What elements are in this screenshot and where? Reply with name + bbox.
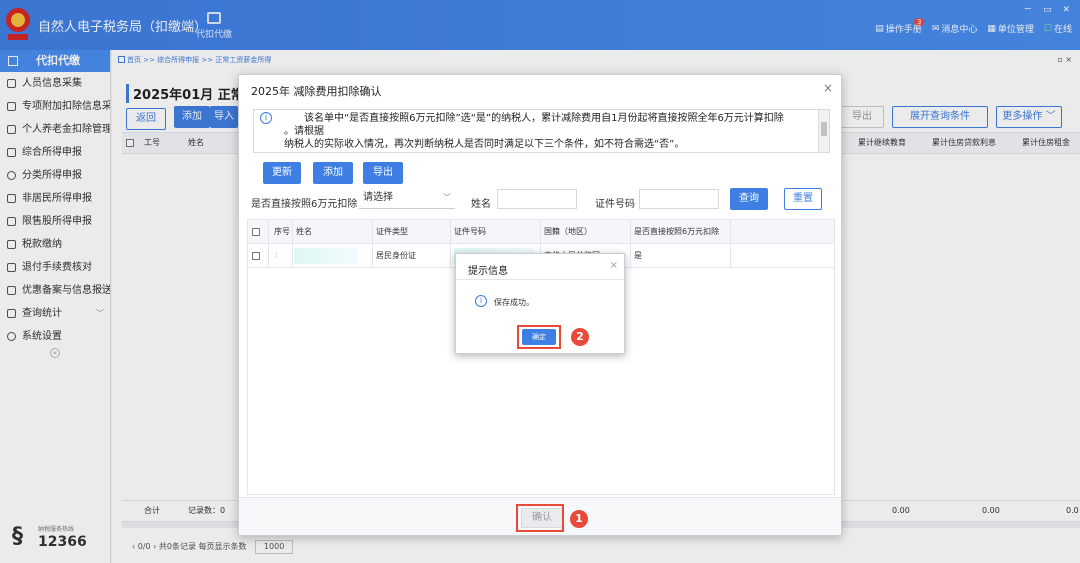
- step-2-marker: 2: [571, 328, 589, 346]
- refresh-button[interactable]: 更新: [263, 162, 301, 184]
- name-filter-input[interactable]: [497, 189, 577, 209]
- deduct-filter-select[interactable]: 请选择 ﹀: [359, 189, 455, 209]
- info-icon: i: [260, 112, 272, 124]
- name-filter-label: 姓名: [471, 199, 491, 210]
- table-header: 序号 姓名 证件类型 证件号码 国籍（地区） 是否直接按照6万元扣除: [248, 220, 834, 244]
- notice-box: i 该名单中“是否直接按照6万元扣除”选“是”的纳税人，累计减除费用自1月份起将…: [253, 109, 830, 153]
- query-button[interactable]: 查询: [730, 188, 768, 210]
- prompt-close-icon[interactable]: ×: [610, 260, 618, 271]
- prompt-message: 保存成功。: [494, 298, 534, 307]
- id-filter-input[interactable]: [639, 189, 719, 209]
- reset-button[interactable]: 重置: [784, 188, 822, 210]
- deduct-filter-label: 是否直接按照6万元扣除: [251, 199, 358, 210]
- id-filter-label: 证件号码: [595, 199, 635, 210]
- notice-scrollbar[interactable]: [818, 110, 829, 152]
- highlight-ok-box: [517, 325, 561, 349]
- dialog-close-icon[interactable]: ×: [823, 81, 833, 95]
- dialog-title: 2025年 减除费用扣除确认: [251, 85, 382, 98]
- row-checkbox[interactable]: [252, 252, 260, 260]
- table-select-all-checkbox[interactable]: [252, 228, 260, 236]
- prompt-divider: [456, 279, 624, 280]
- highlight-confirm-box: [516, 504, 564, 532]
- info-icon: i: [475, 295, 487, 307]
- dialog-add-button[interactable]: 添加: [313, 162, 353, 184]
- name-cell: [294, 248, 358, 264]
- prompt-title: 提示信息: [468, 266, 508, 277]
- step-1-marker: 1: [570, 510, 588, 528]
- dialog-footer: 确认 1: [239, 497, 841, 535]
- save-success-prompt: 提示信息 × i 保存成功。 确定 2: [455, 253, 625, 354]
- dialog-export-button[interactable]: 导出: [363, 162, 403, 184]
- scroll-thumb[interactable]: [821, 122, 827, 136]
- chevron-down-icon: ﹀: [443, 193, 451, 202]
